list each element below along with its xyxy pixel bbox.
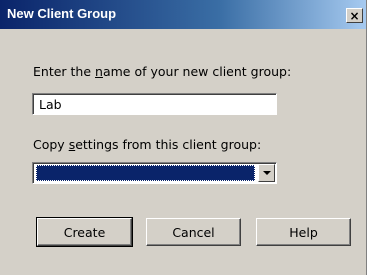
- dropdown-selected-value[interactable]: [36, 165, 255, 181]
- cancel-button[interactable]: Cancel: [146, 218, 241, 246]
- create-button[interactable]: Create: [36, 217, 133, 247]
- help-button[interactable]: Help: [256, 218, 351, 246]
- copy-settings-dropdown[interactable]: [32, 162, 277, 184]
- group-name-value: Lab: [39, 97, 62, 112]
- name-label-mnemonic: n: [95, 64, 103, 79]
- title-bar[interactable]: New Client Group ×: [0, 0, 366, 29]
- dialog-title: New Client Group: [7, 6, 117, 21]
- name-label-part: ame of your new client group:: [102, 64, 292, 79]
- copy-label-part: ettings from this client group:: [75, 137, 262, 152]
- chevron-down-icon[interactable]: [258, 164, 275, 182]
- group-name-input[interactable]: Lab: [32, 93, 277, 115]
- name-label-part: Enter the: [33, 64, 96, 79]
- copy-settings-label: Copy settings from this client group:: [33, 137, 261, 152]
- copy-label-part: Copy: [33, 137, 69, 152]
- name-field-label: Enter the name of your new client group:: [33, 64, 291, 79]
- close-icon: ×: [349, 8, 360, 23]
- new-client-group-dialog: New Client Group × Enter the name of you…: [0, 0, 367, 275]
- close-button[interactable]: ×: [346, 8, 363, 23]
